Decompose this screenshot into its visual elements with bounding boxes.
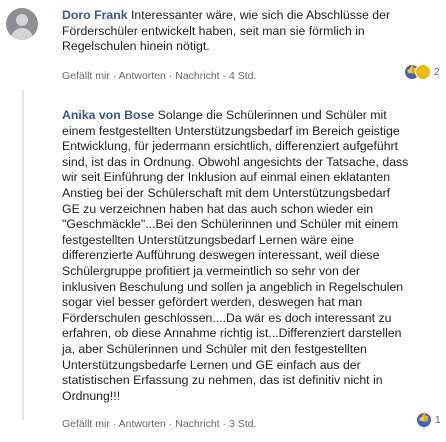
reaction-count: 1 <box>435 414 441 426</box>
avatar-shoulders-shape <box>11 28 33 40</box>
like-icon <box>416 412 432 428</box>
reaction-summary[interactable]: 2 <box>404 64 440 80</box>
comment-author[interactable]: Anika von Bose <box>62 108 154 122</box>
reaction-summary[interactable]: 1 <box>416 412 441 428</box>
reply-link[interactable]: Antworten <box>119 70 166 82</box>
action-separator: · <box>109 418 119 430</box>
avatar-head-shape <box>16 14 28 26</box>
action-separator: · <box>109 70 119 82</box>
timestamp[interactable]: 3 Std. <box>229 418 256 430</box>
thread-line <box>22 90 24 420</box>
timestamp[interactable]: 4 Std. <box>229 70 256 82</box>
action-separator: · <box>219 70 229 82</box>
comment-body: Doro Frank Interessanter wäre, wie sich … <box>62 8 442 55</box>
action-separator: · <box>219 418 229 430</box>
comment-text: Solange die Schülerinnen und Schüler mit… <box>62 108 409 403</box>
avatar[interactable] <box>6 8 38 40</box>
action-separator: · <box>165 418 176 430</box>
haha-icon <box>415 64 431 80</box>
like-link[interactable]: Gefällt mir <box>62 70 110 82</box>
message-link[interactable]: Nachricht <box>175 418 219 430</box>
comment-actions: Gefällt mir · Antworten · Nachricht · 4 … <box>62 70 256 82</box>
comment-body: Anika von Bose Solange die Schülerinnen … <box>62 108 442 404</box>
like-link[interactable]: Gefällt mir <box>62 418 110 430</box>
reaction-count: 2 <box>434 66 440 78</box>
comment-author[interactable]: Doro Frank <box>62 8 128 22</box>
reply-link[interactable]: Antworten <box>119 418 166 430</box>
comment-actions: Gefällt mir · Antworten · Nachricht · 3 … <box>62 418 256 430</box>
message-link[interactable]: Nachricht <box>175 70 219 82</box>
action-separator: · <box>165 70 176 82</box>
